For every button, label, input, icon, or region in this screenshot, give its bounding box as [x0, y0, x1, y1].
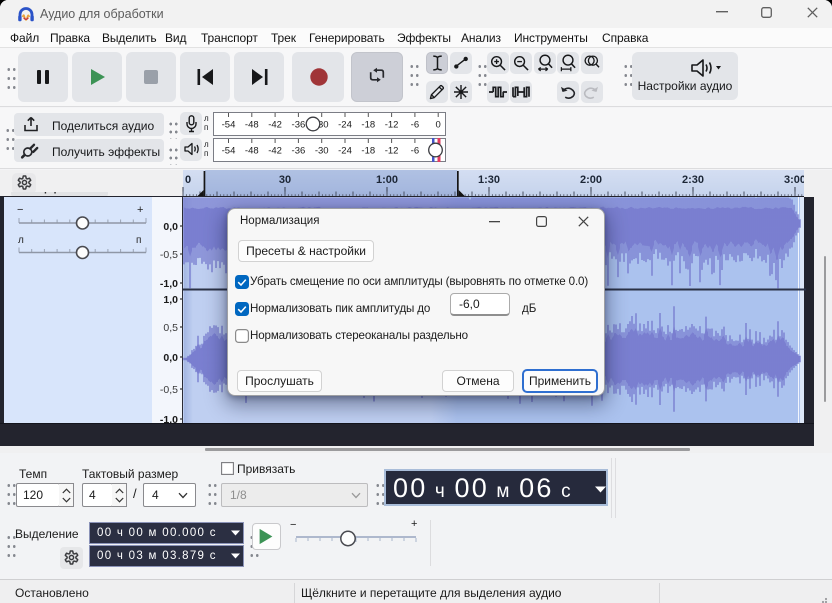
svg-text:-12: -12 — [385, 146, 399, 157]
svg-text:-24: -24 — [338, 146, 352, 157]
svg-text:0,0: 0,0 — [163, 352, 178, 364]
svg-text:-6: -6 — [411, 146, 419, 157]
svg-text:3:00: 3:00 — [784, 174, 806, 186]
svg-text:1:00: 1:00 — [376, 174, 398, 186]
svg-text:-6: -6 — [411, 120, 419, 131]
svg-text:-54: -54 — [222, 120, 236, 131]
svg-text:-0,5: -0,5 — [160, 249, 178, 261]
svg-text:2:30: 2:30 — [682, 174, 704, 186]
svg-text:0,0: 0,0 — [163, 221, 178, 233]
svg-text:-30: -30 — [315, 146, 329, 157]
svg-text:-48: -48 — [245, 146, 259, 157]
svg-text:-12: -12 — [385, 120, 399, 131]
svg-text:-24: -24 — [338, 120, 352, 131]
svg-text:-54: -54 — [222, 146, 236, 157]
svg-text:-42: -42 — [268, 120, 282, 131]
svg-text:0,5: 0,5 — [163, 322, 178, 334]
svg-text:-42: -42 — [268, 146, 282, 157]
svg-text:0: 0 — [185, 174, 191, 186]
svg-text:-48: -48 — [245, 120, 259, 131]
svg-text:1:30: 1:30 — [478, 174, 500, 186]
svg-text:-0,5: -0,5 — [160, 384, 178, 396]
svg-text:1,0: 1,0 — [163, 294, 178, 306]
svg-text:30: 30 — [279, 174, 291, 186]
svg-text:0: 0 — [436, 120, 441, 131]
svg-text:2:00: 2:00 — [580, 174, 602, 186]
svg-text:-18: -18 — [361, 120, 375, 131]
svg-text:-36: -36 — [292, 146, 306, 157]
svg-text:-18: -18 — [361, 146, 375, 157]
svg-text:-1,0: -1,0 — [160, 278, 178, 290]
svg-text:-36: -36 — [292, 120, 306, 131]
